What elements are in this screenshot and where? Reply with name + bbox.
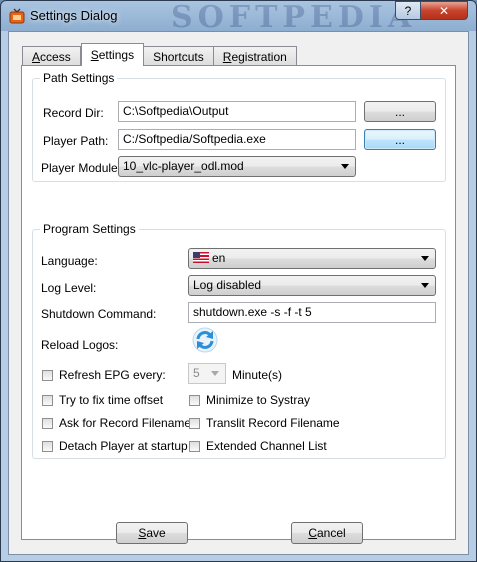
refresh-epg-label: Refresh EPG every: — [59, 368, 166, 382]
chevron-down-icon — [421, 256, 429, 261]
path-settings-title: Path Settings — [40, 71, 118, 85]
refresh-epg-select[interactable]: 5 — [188, 363, 226, 384]
close-icon: ✕ — [438, 3, 450, 18]
checkbox-box — [42, 440, 53, 452]
chevron-down-icon — [341, 164, 349, 169]
us-flag-icon — [193, 252, 209, 263]
player-path-browse-button[interactable]: ... — [364, 129, 436, 150]
checkbox-box — [42, 394, 53, 406]
translit-record-filename-checkbox[interactable]: Translit Record Filename — [189, 416, 340, 430]
path-settings-group: Path Settings Record Dir: C:\Softpedia\O… — [32, 71, 446, 182]
log-level-label: Log Level: — [41, 281, 97, 295]
checkbox-box — [42, 369, 53, 381]
language-value: en — [212, 251, 226, 265]
cancel-button[interactable]: Cancel — [291, 522, 363, 544]
checkbox-box — [189, 440, 200, 452]
detach-player-label: Detach Player at startup — [59, 439, 188, 453]
shutdown-command-label: Shutdown Command: — [41, 307, 157, 321]
language-select[interactable]: en — [188, 248, 436, 269]
ask-record-filename-checkbox[interactable]: Ask for Record Filename — [42, 416, 191, 430]
player-path-input[interactable]: C:/Softpedia/Softpedia.exe — [118, 129, 356, 150]
close-button[interactable]: ✕ — [420, 1, 468, 20]
chevron-down-icon — [421, 283, 429, 288]
record-dir-label: Record Dir: — [43, 106, 104, 120]
fix-time-offset-checkbox[interactable]: Try to fix time offset — [42, 393, 163, 407]
window-title: Settings Dialog — [30, 8, 118, 23]
player-module-label: Player Module: — [41, 161, 122, 175]
title-bar[interactable]: Settings Dialog SOFTPEDIA ? ✕ — [1, 1, 476, 35]
app-icon — [9, 8, 25, 24]
settings-tab-panel: Path Settings Record Dir: C:\Softpedia\O… — [21, 65, 456, 540]
tab-access[interactable]: Access — [22, 46, 81, 66]
refresh-epg-value: 5 — [193, 366, 200, 380]
minimize-systray-label: Minimize to Systray — [206, 393, 311, 407]
translit-record-filename-label: Translit Record Filename — [206, 416, 340, 430]
log-level-value: Log disabled — [193, 278, 262, 292]
log-level-select[interactable]: Log disabled — [188, 275, 436, 296]
tab-registration[interactable]: Registration — [213, 46, 297, 66]
record-dir-browse-button[interactable]: ... — [364, 101, 436, 122]
checkbox-box — [42, 417, 53, 429]
minimize-systray-checkbox[interactable]: Minimize to Systray — [189, 393, 310, 407]
program-settings-group: Program Settings Language: en Log Level:… — [32, 222, 446, 459]
player-path-label: Player Path: — [43, 134, 109, 148]
ask-record-filename-label: Ask for Record Filename — [59, 416, 192, 430]
fix-time-offset-label: Try to fix time offset — [59, 393, 164, 407]
save-button[interactable]: Save — [116, 522, 188, 544]
checkbox-box — [189, 417, 200, 429]
tab-shortcuts[interactable]: Shortcuts — [144, 46, 214, 66]
detach-player-checkbox[interactable]: Detach Player at startup — [42, 439, 188, 453]
chevron-down-icon — [211, 371, 219, 376]
program-settings-title: Program Settings — [40, 222, 139, 236]
extended-channel-list-checkbox[interactable]: Extended Channel List — [189, 439, 327, 453]
player-module-value: 10_vlc-player_odl.mod — [123, 159, 244, 173]
settings-dialog-window: Settings Dialog SOFTPEDIA ? ✕ Access Set… — [0, 0, 477, 562]
refresh-epg-checkbox[interactable]: Refresh EPG every: — [42, 368, 166, 382]
player-module-select[interactable]: 10_vlc-player_odl.mod — [118, 156, 356, 177]
refresh-icon[interactable] — [192, 327, 218, 353]
tab-settings[interactable]: Settings — [80, 43, 145, 66]
language-label: Language: — [41, 254, 98, 268]
shutdown-command-input[interactable]: shutdown.exe -s -f -t 5 — [188, 302, 436, 323]
help-button[interactable]: ? — [395, 1, 421, 20]
tab-strip: Access Settings Shortcuts Registration — [22, 43, 297, 66]
dialog-client-area: Access Settings Shortcuts Registration P… — [8, 31, 469, 555]
record-dir-input[interactable]: C:\Softpedia\Output — [118, 101, 356, 122]
checkbox-box — [189, 394, 200, 406]
extended-channel-list-label: Extended Channel List — [206, 439, 327, 453]
minutes-label: Minute(s) — [232, 368, 283, 382]
reload-logos-label: Reload Logos: — [41, 338, 119, 352]
watermark: SOFTPEDIA — [171, 0, 417, 35]
